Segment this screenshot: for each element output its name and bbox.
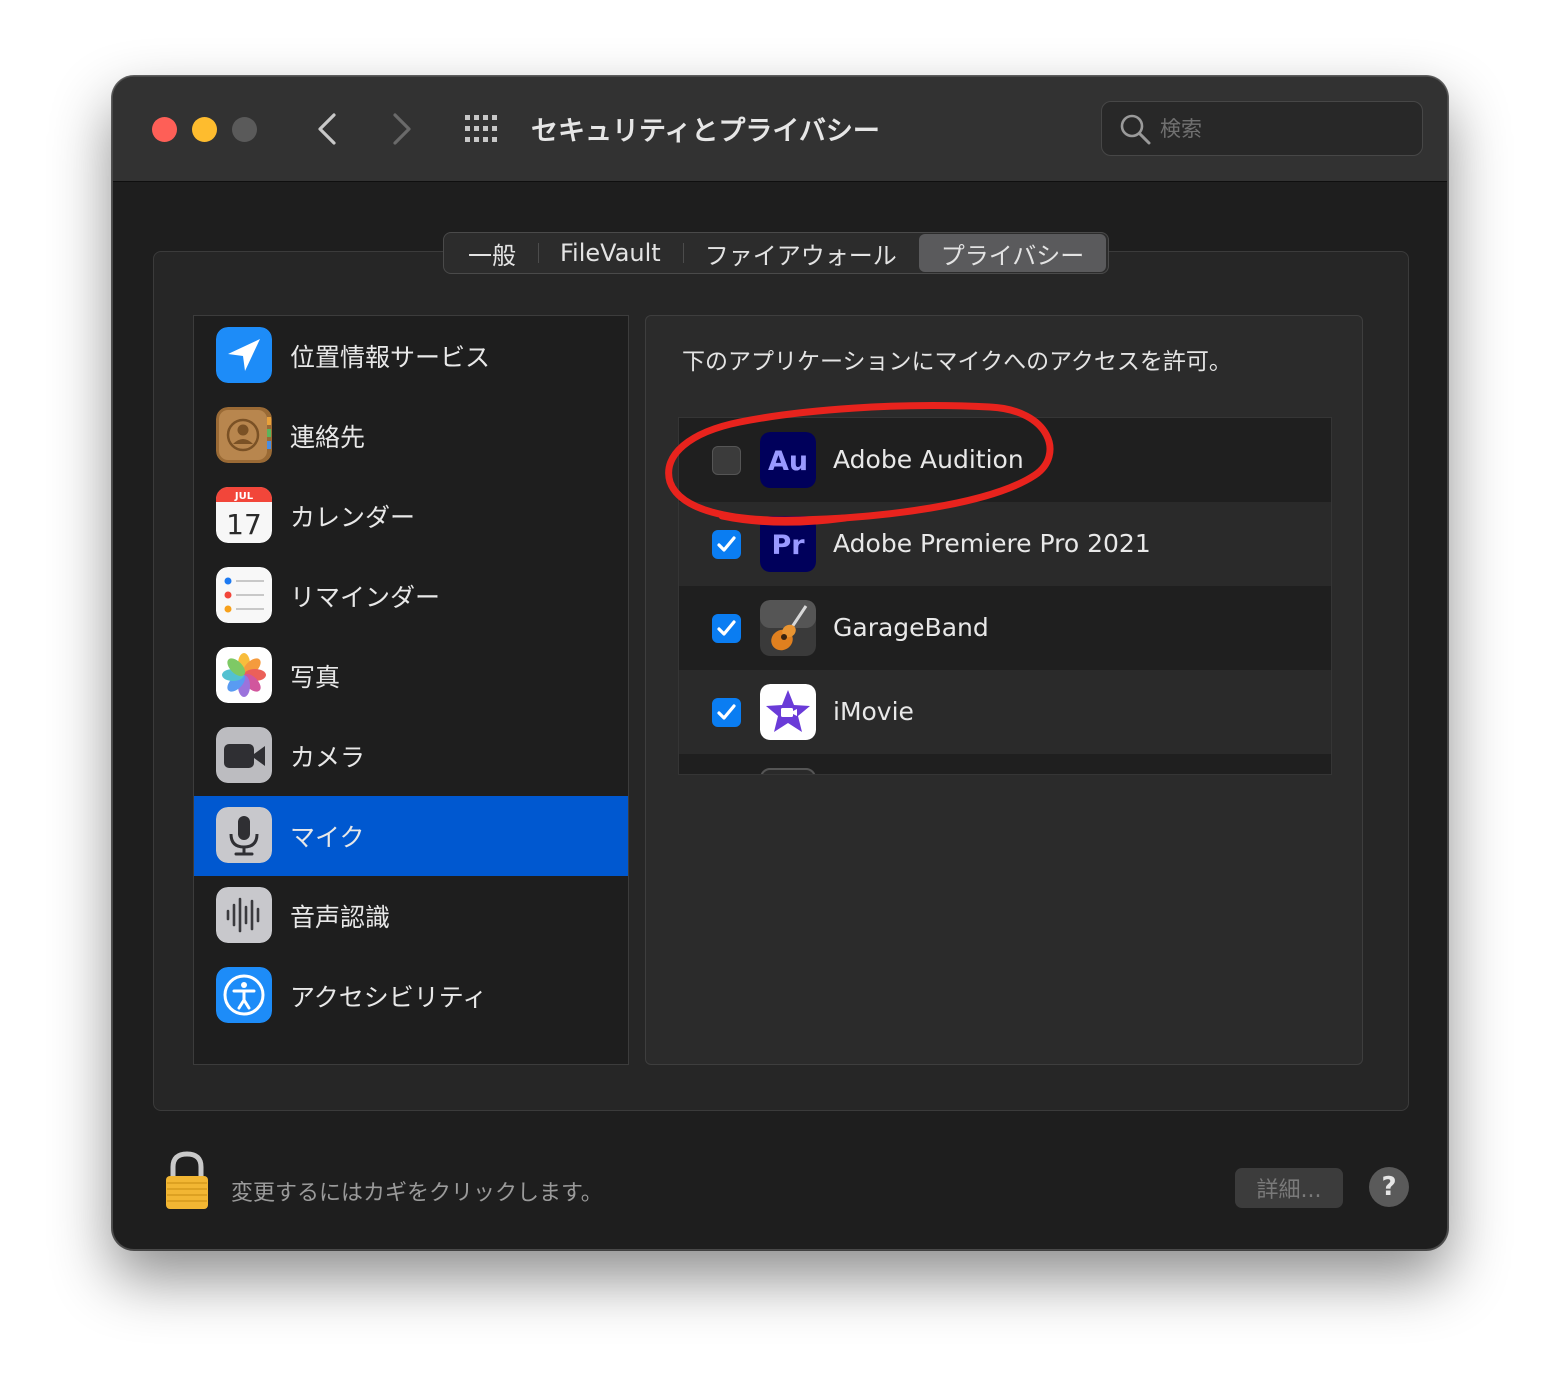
forward-button[interactable]	[381, 107, 421, 151]
sidebar-item-speech-recognition[interactable]: 音声認識	[194, 876, 628, 956]
location-arrow-icon	[216, 327, 272, 383]
sidebar-item-label: 音声認識	[290, 903, 391, 932]
sidebar-item-photos[interactable]: 写真	[194, 636, 628, 716]
lock-icon[interactable]	[163, 1151, 211, 1211]
app-icon-partial	[760, 768, 816, 774]
sidebar-item-camera[interactable]: カメラ	[194, 716, 628, 796]
grid-icon	[465, 115, 497, 142]
app-checkbox[interactable]	[712, 446, 741, 475]
checkmark-icon	[717, 536, 736, 552]
reminders-icon	[216, 567, 272, 623]
app-icon-text: Pr	[771, 530, 805, 561]
app-name: Adobe Premiere Pro 2021	[833, 529, 1151, 558]
search-field[interactable]	[1101, 101, 1423, 156]
back-button[interactable]	[308, 107, 348, 151]
tab-bar: 一般 FileVault ファイアウォール プライバシー	[443, 232, 1110, 274]
show-all-button[interactable]	[463, 113, 503, 145]
sidebar-item-accessibility[interactable]: アクセシビリティ	[194, 956, 628, 1036]
sidebar-item-calendar[interactable]: JUL 17 カレンダー	[194, 476, 628, 556]
chevron-right-icon	[393, 113, 411, 145]
adobe-premiere-icon: Pr	[760, 516, 816, 572]
tab-general[interactable]: 一般	[446, 234, 538, 272]
calendar-day-text: 17	[226, 508, 262, 541]
app-checkbox[interactable]	[712, 698, 741, 727]
adobe-audition-icon: Au	[760, 432, 816, 488]
zoom-button[interactable]	[232, 117, 257, 142]
sidebar-item-label: カメラ	[290, 743, 366, 772]
app-permissions-panel: 下のアプリケーションにマイクへのアクセスを許可。 Au Adobe Auditi…	[645, 315, 1363, 1065]
privacy-category-list: 位置情報サービス 連絡先 JUL 17 カレンダー リマインダー 写真 カメラ …	[193, 315, 629, 1065]
imovie-icon	[760, 684, 816, 740]
microphone-icon	[216, 807, 272, 863]
sidebar-item-label: リマインダー	[290, 583, 441, 612]
camera-icon	[216, 727, 272, 783]
app-row-adobe-premiere: Pr Adobe Premiere Pro 2021	[679, 502, 1331, 586]
advanced-button[interactable]: 詳細...	[1235, 1168, 1343, 1208]
chevron-left-icon	[318, 113, 336, 145]
close-button[interactable]	[152, 117, 177, 142]
sidebar-item-label: カレンダー	[290, 503, 416, 532]
tab-privacy[interactable]: プライバシー	[918, 234, 1107, 272]
minimize-button[interactable]	[192, 117, 217, 142]
tab-firewall[interactable]: ファイアウォール	[682, 234, 919, 272]
search-input[interactable]	[1160, 112, 1400, 146]
calendar-icon: JUL 17	[216, 487, 272, 543]
accessibility-icon	[216, 967, 272, 1023]
sidebar-item-reminders[interactable]: リマインダー	[194, 556, 628, 636]
lock-instruction: 変更するにはカギをクリックします。	[231, 1181, 603, 1206]
calendar-month-text: JUL	[234, 491, 254, 502]
sidebar-item-label: 連絡先	[290, 423, 366, 452]
title-bar: セキュリティとプライバシー	[113, 77, 1447, 182]
contacts-icon	[216, 407, 272, 463]
sidebar-item-microphone[interactable]: マイク	[194, 796, 628, 876]
app-row-partial	[679, 754, 1331, 774]
search-icon	[1120, 114, 1151, 145]
system-preferences-window: セキュリティとプライバシー 一般 FileVault ファイアウォール プライバ…	[112, 76, 1448, 1250]
sidebar-item-label: 位置情報サービス	[290, 343, 491, 372]
speech-recognition-icon	[216, 887, 272, 943]
app-row-garageband: GarageBand	[679, 586, 1331, 670]
garageband-icon	[760, 600, 816, 656]
sidebar-item-label: 写真	[290, 663, 341, 692]
app-name: GarageBand	[833, 613, 989, 642]
app-icon-text: Au	[768, 446, 808, 477]
sidebar-item-location-services[interactable]: 位置情報サービス	[194, 316, 628, 396]
window-title: セキュリティとプライバシー	[531, 116, 880, 147]
sidebar-item-contacts[interactable]: 連絡先	[194, 396, 628, 476]
app-row-imovie: iMovie	[679, 670, 1331, 754]
app-checkbox[interactable]	[712, 530, 741, 559]
app-checkbox[interactable]	[712, 614, 741, 643]
photos-icon	[216, 647, 272, 703]
app-row-adobe-audition: Au Adobe Audition	[679, 418, 1331, 502]
app-name: Adobe Audition	[833, 445, 1024, 474]
checkmark-icon	[717, 704, 736, 720]
tab-filevault[interactable]: FileVault	[538, 234, 683, 272]
permission-instruction: 下のアプリケーションにマイクへのアクセスを許可。	[682, 349, 1232, 375]
app-name: iMovie	[833, 697, 914, 726]
sidebar-item-label: マイク	[290, 823, 365, 852]
help-button[interactable]: ?	[1369, 1167, 1409, 1207]
checkmark-icon	[717, 620, 736, 636]
app-list[interactable]: Au Adobe Audition Pr Adobe Premiere Pro …	[678, 417, 1332, 775]
sidebar-item-label: アクセシビリティ	[290, 983, 488, 1012]
